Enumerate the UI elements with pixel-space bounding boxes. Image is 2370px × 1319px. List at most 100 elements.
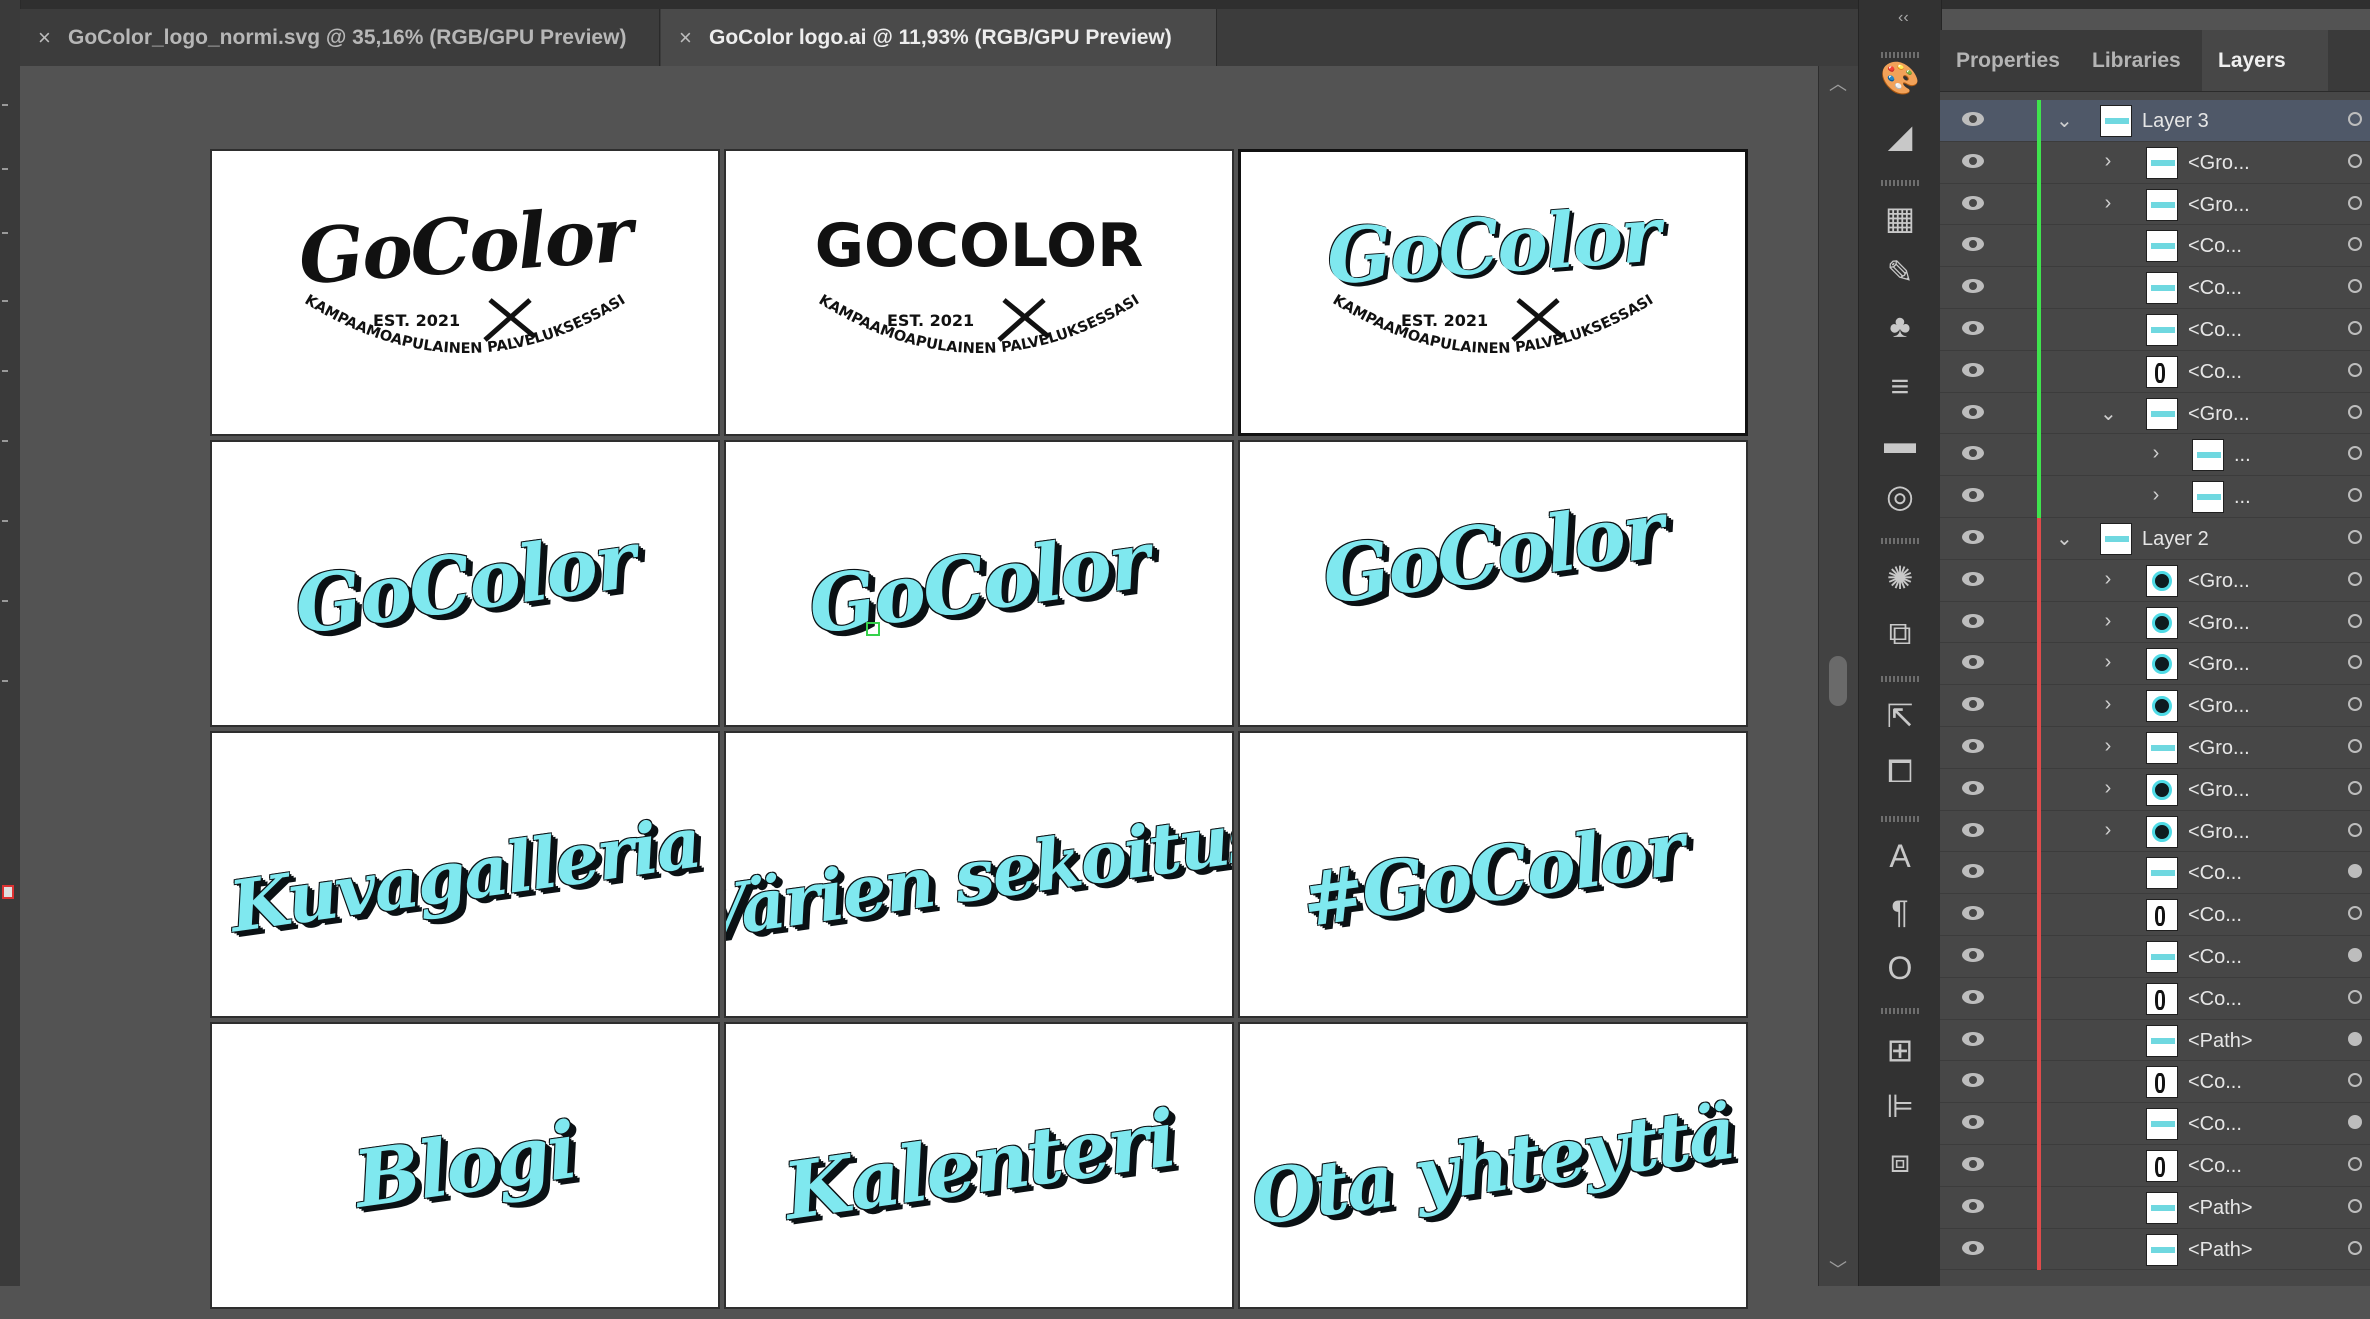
grip-icon[interactable] <box>1881 180 1919 186</box>
layer-name[interactable]: <Gro... <box>2188 695 2250 718</box>
layer-row[interactable]: ⌄ <Gro... <box>1940 392 2370 435</box>
tool-mark[interactable] <box>2 104 8 106</box>
layer-name[interactable]: <Co... <box>2188 319 2242 342</box>
visibility-eye-icon[interactable] <box>1962 1240 1984 1255</box>
layer-row[interactable]: <Co... <box>1940 308 2370 351</box>
chevron-right-icon[interactable]: › <box>2100 777 2116 800</box>
layer-name[interactable]: <Co... <box>2188 904 2242 927</box>
scroll-down-icon[interactable]: ﹀ <box>1829 1256 1847 1282</box>
layer-row[interactable]: › <Gro... <box>1940 810 2370 853</box>
target-circle-icon[interactable] <box>2348 195 2362 210</box>
export-icon[interactable]: ⇱ <box>1878 696 1922 736</box>
close-icon[interactable]: × <box>38 25 58 51</box>
artboard-canvas[interactable]: GoColor KAMPAAMOAPULAINEN PALVELUKSESSAS… <box>20 66 1818 1309</box>
tool-mark[interactable] <box>2 300 8 302</box>
layer-row[interactable]: ⌄ Layer 3 <box>1940 100 2370 142</box>
layer-name[interactable]: <Gro... <box>2188 653 2250 676</box>
layer-row[interactable]: ⌄ Layer 2 <box>1940 517 2370 560</box>
layer-name[interactable]: Layer 3 <box>2142 110 2209 133</box>
layer-row[interactable]: ›... <box>1940 476 2370 518</box>
visibility-eye-icon[interactable] <box>1962 488 1984 503</box>
layer-row[interactable]: <Co... <box>1940 935 2370 978</box>
target-circle-icon[interactable] <box>2348 446 2362 461</box>
layer-name[interactable]: <Co... <box>2188 277 2242 300</box>
tool-mark[interactable] <box>2 232 8 234</box>
target-circle-icon[interactable] <box>2348 153 2362 168</box>
target-circle-icon[interactable] <box>2348 906 2362 921</box>
target-circle-icon[interactable] <box>2348 362 2362 377</box>
layer-row[interactable]: › <Gro... <box>1940 643 2370 686</box>
visibility-eye-icon[interactable] <box>1962 195 1984 210</box>
target-circle-icon[interactable] <box>2348 697 2362 712</box>
layer-name[interactable]: <Co... <box>2188 1113 2242 1136</box>
appearance-icon[interactable]: ✺ <box>1878 558 1922 598</box>
layer-row[interactable]: › <Gro... <box>1940 768 2370 811</box>
scrollbar-thumb[interactable] <box>1829 656 1847 706</box>
grip-icon[interactable] <box>1881 816 1919 822</box>
tool-mark[interactable] <box>2 440 8 442</box>
visibility-eye-icon[interactable] <box>1962 1156 1984 1171</box>
layer-row[interactable]: <Co... <box>1940 852 2370 895</box>
visibility-eye-icon[interactable] <box>1962 529 1984 544</box>
chevron-right-icon[interactable]: › <box>2100 819 2116 842</box>
scroll-up-icon[interactable]: ︿ <box>1829 70 1847 96</box>
layer-name[interactable]: ... <box>2234 486 2251 509</box>
target-circle-icon[interactable] <box>2348 112 2362 126</box>
gradient-icon[interactable]: ▬ <box>1878 422 1922 462</box>
target-circle-icon[interactable] <box>2348 989 2362 1004</box>
visibility-eye-icon[interactable] <box>1962 947 1984 962</box>
chevron-right-icon[interactable]: › <box>2100 735 2116 758</box>
layer-row[interactable]: <Path> <box>1940 1228 2370 1271</box>
visibility-eye-icon[interactable] <box>1962 112 1984 126</box>
visibility-eye-icon[interactable] <box>1962 906 1984 921</box>
visibility-eye-icon[interactable] <box>1962 279 1984 294</box>
grip-icon[interactable] <box>1881 676 1919 682</box>
target-circle-icon[interactable] <box>2348 1198 2362 1213</box>
visibility-eye-icon[interactable] <box>1962 1198 1984 1213</box>
stroke-icon[interactable]: ≡ <box>1878 366 1922 406</box>
fill-swatch[interactable] <box>2 885 14 899</box>
layer-row[interactable]: <Co... <box>1940 225 2370 268</box>
artboard-ota-yhteytta[interactable]: Ota yhteyttä <box>1238 1022 1748 1309</box>
visibility-eye-icon[interactable] <box>1962 738 1984 753</box>
layer-row[interactable]: <Co... <box>1940 1103 2370 1145</box>
layer-row[interactable]: › <Gro... <box>1940 685 2370 727</box>
layer-name[interactable]: Layer 2 <box>2142 528 2209 551</box>
gradient-tool-icon[interactable]: ◢ <box>1878 116 1922 156</box>
visibility-eye-icon[interactable] <box>1962 989 1984 1004</box>
chevron-down-icon[interactable]: ⌄ <box>2100 401 2117 426</box>
document-tab-normi[interactable]: × GoColor_logo_normi.svg @ 35,16% (RGB/G… <box>20 9 660 66</box>
swatches-icon[interactable]: ▦ <box>1878 198 1922 238</box>
layer-row[interactable]: <Path> <box>1940 1186 2370 1229</box>
target-circle-icon[interactable] <box>2348 1031 2362 1046</box>
layer-name[interactable]: <Co... <box>2188 1071 2242 1094</box>
layer-name[interactable]: ... <box>2234 444 2251 467</box>
pathfinder-icon[interactable]: ⧈ <box>1878 1142 1922 1182</box>
target-circle-icon[interactable] <box>2348 279 2362 294</box>
artboard-wordmark[interactable]: GoColor <box>210 440 720 727</box>
opentype-icon[interactable]: O <box>1878 948 1922 988</box>
target-circle-icon[interactable] <box>2348 613 2362 628</box>
target-circle-icon[interactable] <box>2348 1115 2362 1130</box>
document-tab-logo-ai[interactable]: × GoColor logo.ai @ 11,93% (RGB/GPU Prev… <box>661 9 1217 66</box>
artboard-kalenteri[interactable]: Kalenteri <box>724 1022 1234 1309</box>
tool-mark[interactable] <box>2 370 8 372</box>
artboard-logo-cyan[interactable]: GoColor KAMPAAMOAPULAINEN PALVELUKSESSAS… <box>1238 149 1748 436</box>
layer-row[interactable]: › <Gro... <box>1940 726 2370 769</box>
close-icon[interactable]: × <box>679 25 699 51</box>
artboard-logo-script[interactable]: GoColor KAMPAAMOAPULAINEN PALVELUKSESSAS… <box>210 149 720 436</box>
tool-mark[interactable] <box>2 520 8 522</box>
layer-row[interactable]: <Co... <box>1940 1144 2370 1187</box>
collapse-panels-icon[interactable]: ‹‹ <box>1898 9 1909 27</box>
transform-icon[interactable]: ⊞ <box>1878 1030 1922 1070</box>
visibility-eye-icon[interactable] <box>1962 697 1984 712</box>
layer-row[interactable]: <Co... <box>1940 350 2370 393</box>
chevron-right-icon[interactable]: › <box>2100 651 2116 674</box>
layer-row[interactable]: <Co... <box>1940 267 2370 309</box>
layer-row[interactable]: ›... <box>1940 434 2370 477</box>
layer-name[interactable]: <Gro... <box>2188 779 2250 802</box>
visibility-eye-icon[interactable] <box>1962 864 1984 879</box>
canvas-vertical-scrollbar[interactable]: ︿ ﹀ <box>1818 66 1859 1286</box>
chevron-right-icon[interactable]: › <box>2100 693 2116 716</box>
layer-row[interactable]: <Co... <box>1940 977 2370 1020</box>
